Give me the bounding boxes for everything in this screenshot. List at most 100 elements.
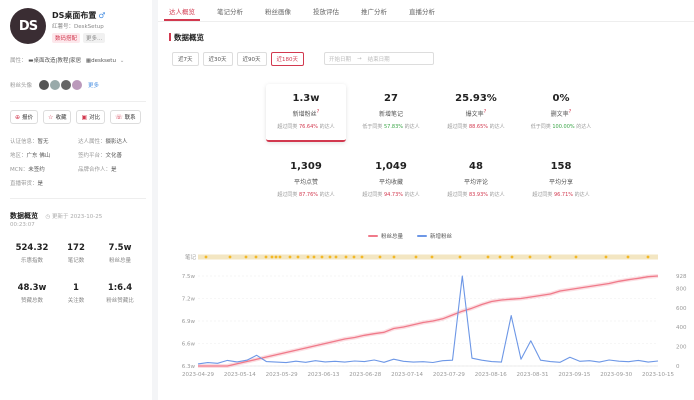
metric-card[interactable]: 1,049 平均收藏 超过同类 94.73% 的达人 (351, 152, 431, 210)
favorite-label: 收藏 (55, 115, 67, 121)
fan-avatar[interactable] (71, 79, 84, 91)
x-tick: 2023-06-28 (349, 372, 381, 378)
metric-value: 27 (384, 93, 398, 104)
compare-percent: 57.83% (383, 124, 404, 130)
stat-index: 524.32 乐惠指数 (10, 243, 54, 264)
x-tick: 2023-07-29 (433, 372, 465, 378)
chevron-down-icon[interactable]: ⌄ (120, 58, 125, 64)
metric-card[interactable]: 158 平均分享 超过同类 96.71% 的达人 (521, 152, 601, 210)
compare-button[interactable]: ▣ 对比 (76, 110, 106, 124)
tab-bar: 达人概览 笔记分析 粉丝画像 投放评估 推广分析 直播分析 (158, 0, 694, 22)
stat-following: 1 关注数 (54, 283, 98, 304)
avatar[interactable]: DS (10, 8, 46, 44)
x-tick: 2023-06-13 (307, 372, 339, 378)
legend-new-fans[interactable]: 新增粉丝 (417, 232, 452, 240)
metric-label-text: 平均评论 (463, 179, 488, 186)
legend-line-icon (417, 235, 428, 237)
range-180d[interactable]: 近180天 (270, 52, 304, 66)
compare-text: 低于同类 (530, 124, 553, 130)
quote-button[interactable]: ⊕ 报价 (10, 110, 39, 124)
stat-following-value: 1 (73, 283, 79, 293)
stat-likes-label: 赞藏总数 (20, 298, 43, 304)
contact-button[interactable]: ☏ 联系 (110, 110, 141, 124)
location-label: 属性： (10, 58, 27, 64)
info-mcn: MCN：未签约 (10, 165, 45, 173)
note-dot (328, 255, 332, 259)
avatar-text: DS (18, 18, 38, 34)
tab-live[interactable]: 直播分析 (398, 0, 446, 21)
metric-value: 48 (469, 161, 483, 172)
compare-percent: 76.64% (298, 124, 319, 130)
metric-card[interactable]: 0% 删文率? 低于同类 100.00% 的达人 (521, 84, 601, 142)
tag-category[interactable]: 数码搭配 (52, 33, 81, 43)
range-30d[interactable]: 近30天 (202, 52, 233, 66)
redid-label: 红薯号： (52, 24, 75, 30)
favorite-button[interactable]: ☆ 收藏 (43, 110, 72, 124)
compare-text: 超过同类 (447, 124, 469, 130)
metric-label-text: 爆文率 (465, 111, 484, 118)
metric-label: 新增笔记 (351, 109, 431, 118)
help-icon[interactable]: ? (484, 109, 487, 115)
note-dot (604, 255, 608, 259)
help-icon[interactable]: ? (317, 109, 320, 115)
divider (10, 101, 146, 102)
tag-more[interactable]: 更多... (83, 33, 106, 43)
metric-label: 平均收藏 (351, 177, 431, 186)
metric-card[interactable]: 48 平均评论 超过同类 83.93% 的达人 (436, 152, 516, 210)
metric-card[interactable]: 1.3w 新增粉丝? 超过同类 76.64% 的达人 (266, 84, 346, 142)
update-label: 更新于 (52, 214, 69, 220)
metric-compare: 超过同类 96.71% 的达人 (521, 191, 601, 198)
metric-compare: 超过同类 76.64% 的达人 (266, 123, 346, 130)
y-left-tick: 6.6w (182, 342, 196, 348)
tab-fans[interactable]: 粉丝画像 (254, 0, 302, 21)
range-7d[interactable]: 近7天 (172, 52, 199, 66)
info-region: 地区：广东 佛山 (10, 151, 50, 159)
compare-suffix: 的达人 (573, 192, 590, 198)
date-start-input[interactable]: 开始日期 (329, 55, 351, 63)
x-tick: 2023-09-15 (558, 372, 590, 378)
range-90d[interactable]: 近90天 (236, 52, 267, 66)
update-info: ◷ 更新于 2023-10-25 (45, 214, 102, 220)
note-dot (646, 255, 650, 259)
y-right-tick: 0 (676, 364, 680, 370)
metric-card[interactable]: 1,309 平均点赞 超过同类 87.76% 的达人 (266, 152, 346, 210)
tab-overview[interactable]: 达人概览 (158, 0, 206, 21)
stat-index-value: 524.32 (15, 243, 49, 253)
fans-more-link[interactable]: 更多 (88, 81, 99, 89)
note-dot (392, 255, 396, 259)
stat-ratio-value: 1:6.4 (107, 283, 133, 293)
info-mcn-label: MCN： (10, 167, 29, 173)
metric-card[interactable]: 27 新增笔记 低于同类 57.83% 的达人 (351, 84, 431, 142)
tab-notes[interactable]: 笔记分析 (206, 0, 254, 21)
help-icon[interactable]: ? (569, 109, 572, 115)
legend-line-icon (368, 235, 378, 237)
metric-card[interactable]: 25.93% 爆文率? 超过同类 88.65% 的达人 (436, 84, 516, 142)
chart-legend: 粉丝总量 新增粉丝 (368, 232, 452, 240)
info-mcn-value: 未签约 (28, 167, 45, 173)
metric-compare: 超过同类 88.65% 的达人 (436, 123, 516, 130)
legend-total-fans[interactable]: 粉丝总量 (368, 232, 403, 240)
info-platform-value: 文化善 (105, 153, 123, 159)
info-live: 直播带货：是 (10, 179, 43, 187)
compare-percent: 87.76% (298, 192, 319, 198)
compare-suffix: 的达人 (488, 124, 505, 130)
info-platform-label: 签约平台： (78, 153, 106, 159)
note-dot (296, 255, 300, 259)
note-dot (378, 255, 382, 259)
metric-label: 平均分享 (521, 177, 601, 186)
tab-ads[interactable]: 投放评估 (302, 0, 350, 21)
tab-promo[interactable]: 推广分析 (350, 0, 398, 21)
date-end-input[interactable]: 结束日期 (368, 55, 390, 63)
star-icon: ☆ (48, 113, 54, 121)
metric-label: 新增粉丝? (266, 109, 346, 118)
compare-suffix: 的达人 (403, 124, 420, 130)
compare-label: 对比 (89, 115, 101, 121)
note-dot (352, 255, 356, 259)
overview-heading: 数据概览 ◷ 更新于 2023-10-25 (10, 211, 102, 221)
update-time: 00:23:07 (10, 222, 35, 228)
info-brand: 品牌合作人：是 (78, 165, 117, 173)
date-range-picker[interactable]: 开始日期 → 结束日期 (324, 52, 434, 65)
info-brand-value: 是 (111, 167, 117, 173)
quote-icon: ⊕ (15, 113, 21, 121)
stat-fans-value: 7.5w (108, 243, 132, 253)
